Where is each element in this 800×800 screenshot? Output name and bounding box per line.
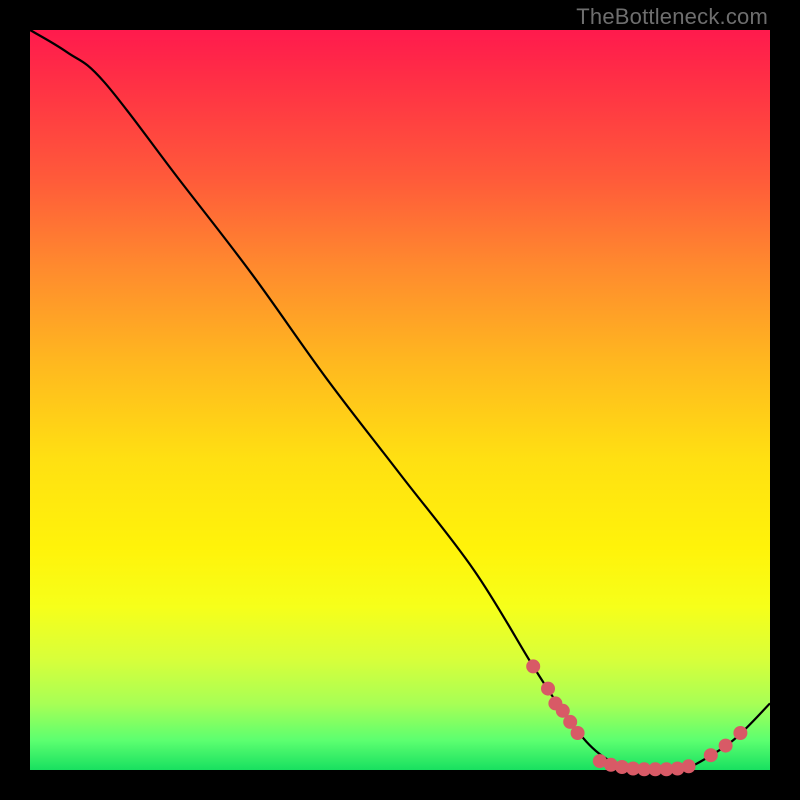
data-point-marker: [542, 682, 555, 695]
data-point-marker: [556, 704, 569, 717]
bottleneck-curve: [30, 30, 770, 771]
watermark-text: TheBottleneck.com: [576, 4, 768, 30]
data-point-marker: [527, 660, 540, 673]
data-point-marker: [564, 715, 577, 728]
plot-area: [30, 30, 770, 770]
chart-svg: [30, 30, 770, 770]
data-point-marker: [704, 749, 717, 762]
data-point-marker: [571, 727, 584, 740]
data-point-marker: [734, 727, 747, 740]
data-point-marker: [682, 760, 695, 773]
marker-group: [527, 660, 747, 776]
data-point-marker: [719, 739, 732, 752]
chart-frame: TheBottleneck.com: [0, 0, 800, 800]
